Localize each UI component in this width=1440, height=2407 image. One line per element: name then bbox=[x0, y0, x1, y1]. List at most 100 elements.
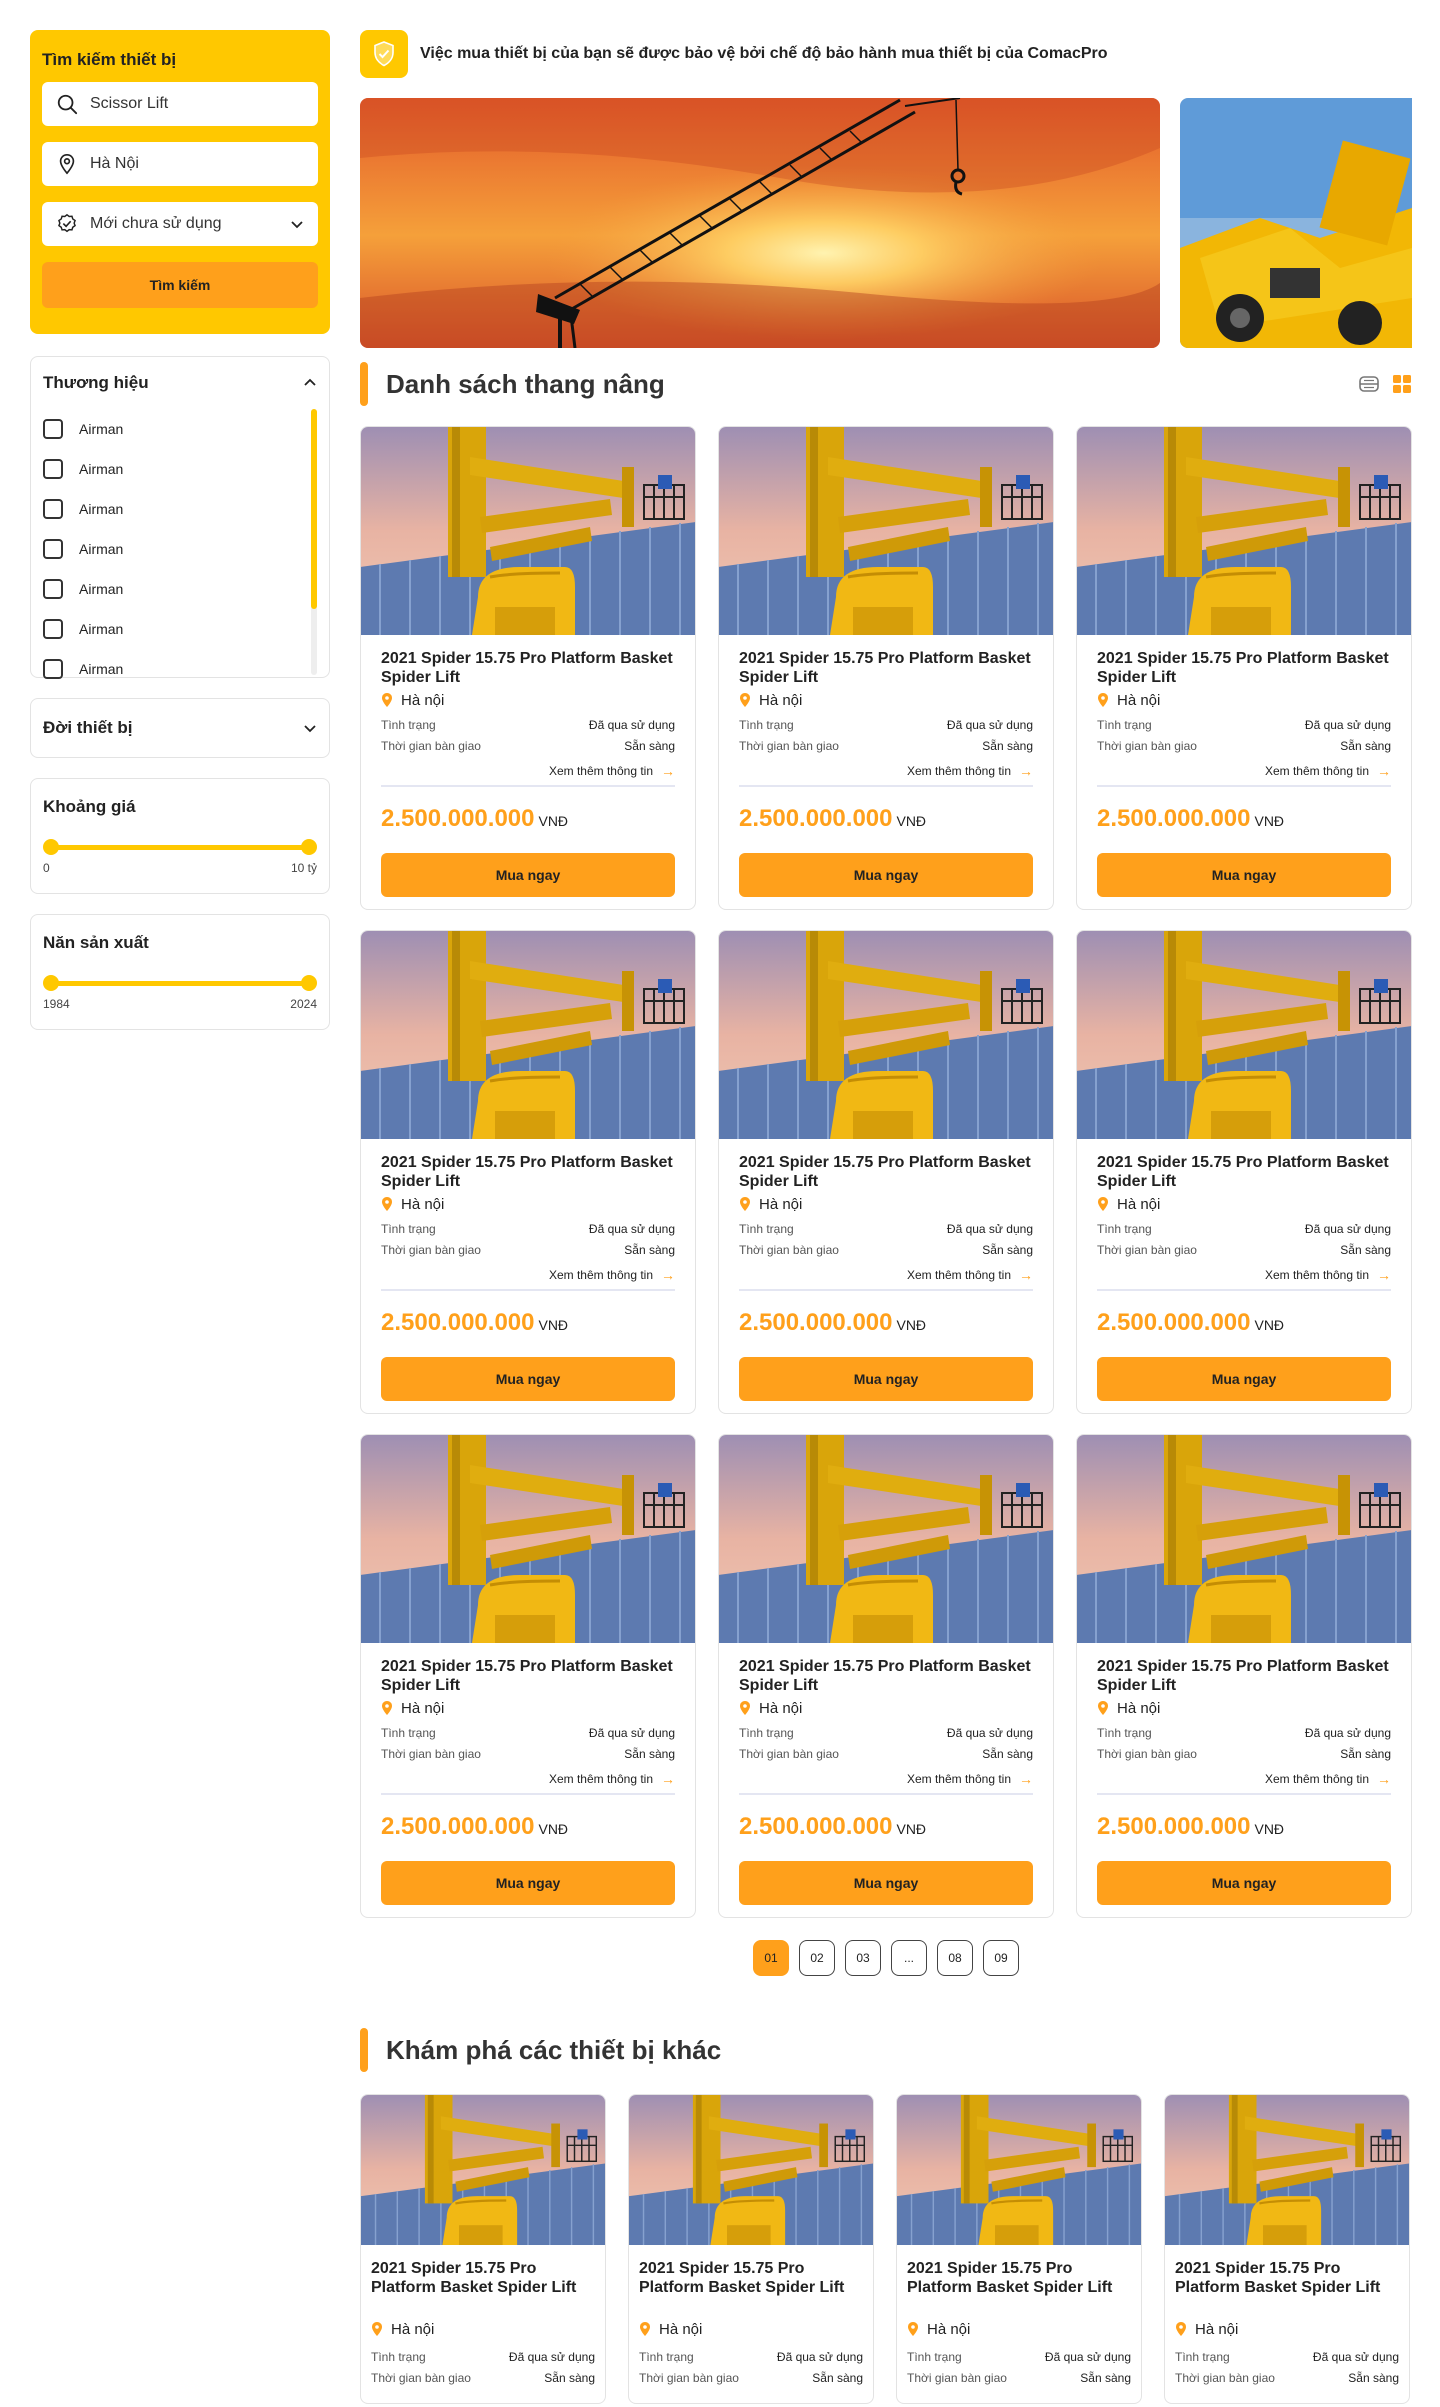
checkbox[interactable] bbox=[43, 539, 63, 559]
product-image[interactable] bbox=[719, 427, 1053, 635]
arrow-right-icon: → bbox=[661, 763, 675, 779]
more-info-link[interactable]: Xem thêm thông tin → bbox=[1097, 1267, 1391, 1291]
location-input[interactable]: Hà Nội bbox=[42, 142, 318, 186]
product-title[interactable]: 2021 Spider 15.75 Pro Platform Basket Sp… bbox=[381, 1153, 675, 1191]
page-button[interactable]: 01 bbox=[753, 1940, 789, 1976]
page-button[interactable]: 08 bbox=[937, 1940, 973, 1976]
more-info-link[interactable]: Xem thêm thông tin → bbox=[739, 1267, 1033, 1291]
buy-now-button[interactable]: Mua ngay bbox=[381, 1861, 675, 1905]
more-info-link[interactable]: Xem thêm thông tin → bbox=[739, 1771, 1033, 1795]
buy-now-button[interactable]: Mua ngay bbox=[1097, 853, 1391, 897]
product-title[interactable]: 2021 Spider 15.75 Pro Platform Basket Sp… bbox=[371, 2259, 595, 2316]
page-button[interactable]: 03 bbox=[845, 1940, 881, 1976]
brand-option[interactable]: Airman bbox=[43, 609, 317, 649]
checkbox[interactable] bbox=[43, 419, 63, 439]
product-card[interactable]: 2021 Spider 15.75 Pro Platform Basket Sp… bbox=[1076, 930, 1412, 1414]
product-title[interactable]: 2021 Spider 15.75 Pro Platform Basket Sp… bbox=[1097, 1153, 1391, 1191]
product-image[interactable] bbox=[897, 2095, 1141, 2245]
brand-filter-header[interactable]: Thương hiệu bbox=[43, 357, 317, 409]
more-info-link[interactable]: Xem thêm thông tin → bbox=[381, 1771, 675, 1795]
product-title[interactable]: 2021 Spider 15.75 Pro Platform Basket Sp… bbox=[1097, 1657, 1391, 1695]
grid-view-icon[interactable] bbox=[1392, 374, 1412, 394]
price-slider[interactable] bbox=[43, 837, 317, 857]
buy-now-button[interactable]: Mua ngay bbox=[381, 853, 675, 897]
product-image[interactable] bbox=[1165, 2095, 1409, 2245]
more-info-link[interactable]: Xem thêm thông tin → bbox=[1097, 763, 1391, 787]
buy-now-button[interactable]: Mua ngay bbox=[739, 1861, 1033, 1905]
product-card[interactable]: 2021 Spider 15.75 Pro Platform Basket Sp… bbox=[360, 930, 696, 1414]
delivery-value: Sẵn sàng bbox=[624, 1243, 675, 1257]
banner-crane-sunset[interactable] bbox=[360, 98, 1160, 348]
year-filter-header[interactable]: Đời thiết bị bbox=[43, 699, 317, 757]
product-card[interactable]: 2021 Spider 15.75 Pro Platform Basket Sp… bbox=[718, 930, 1054, 1414]
product-card[interactable]: 2021 Spider 15.75 Pro Platform Basket Sp… bbox=[628, 2094, 874, 2404]
search-button[interactable]: Tìm kiếm bbox=[42, 262, 318, 308]
condition-select[interactable]: Mới chưa sử dụng bbox=[42, 202, 318, 246]
product-title[interactable]: 2021 Spider 15.75 Pro Platform Basket Sp… bbox=[1097, 649, 1391, 687]
slider-max-handle[interactable] bbox=[301, 975, 317, 991]
product-image[interactable] bbox=[361, 2095, 605, 2245]
page-button[interactable]: 09 bbox=[983, 1940, 1019, 1976]
buy-now-button[interactable]: Mua ngay bbox=[739, 1357, 1033, 1401]
more-info-link[interactable]: Xem thêm thông tin → bbox=[381, 1267, 675, 1291]
list-view-icon[interactable] bbox=[1358, 373, 1380, 395]
brand-option[interactable]: Airman bbox=[43, 409, 317, 449]
product-image[interactable] bbox=[629, 2095, 873, 2245]
product-title[interactable]: 2021 Spider 15.75 Pro Platform Basket Sp… bbox=[907, 2259, 1131, 2316]
product-title[interactable]: 2021 Spider 15.75 Pro Platform Basket Sp… bbox=[739, 1657, 1033, 1695]
product-card[interactable]: 2021 Spider 15.75 Pro Platform Basket Sp… bbox=[360, 426, 696, 910]
product-card[interactable]: 2021 Spider 15.75 Pro Platform Basket Sp… bbox=[360, 1434, 696, 1918]
product-card[interactable]: 2021 Spider 15.75 Pro Platform Basket Sp… bbox=[896, 2094, 1142, 2404]
buy-now-button[interactable]: Mua ngay bbox=[739, 853, 1033, 897]
product-title[interactable]: 2021 Spider 15.75 Pro Platform Basket Sp… bbox=[1175, 2259, 1399, 2316]
product-image[interactable] bbox=[1077, 427, 1411, 635]
product-title[interactable]: 2021 Spider 15.75 Pro Platform Basket Sp… bbox=[381, 649, 675, 687]
product-image[interactable] bbox=[361, 931, 695, 1139]
more-info-link[interactable]: Xem thêm thông tin → bbox=[381, 763, 675, 787]
checkbox[interactable] bbox=[43, 459, 63, 479]
product-card[interactable]: 2021 Spider 15.75 Pro Platform Basket Sp… bbox=[1076, 1434, 1412, 1918]
checkbox[interactable] bbox=[43, 499, 63, 519]
brand-option[interactable]: Airman bbox=[43, 649, 317, 689]
checkbox[interactable] bbox=[43, 579, 63, 599]
product-image[interactable] bbox=[1077, 931, 1411, 1139]
checkbox[interactable] bbox=[43, 659, 63, 679]
keyword-input[interactable]: Scissor Lift bbox=[42, 82, 318, 126]
product-image[interactable] bbox=[719, 1435, 1053, 1643]
delivery-row: Thời gian bàn giao Sẵn sàng bbox=[639, 2371, 863, 2385]
slider-max-handle[interactable] bbox=[301, 839, 317, 855]
brand-option[interactable]: Airman bbox=[43, 529, 317, 569]
product-image[interactable] bbox=[361, 1435, 695, 1643]
more-info-link[interactable]: Xem thêm thông tin → bbox=[739, 763, 1033, 787]
brand-option[interactable]: Airman bbox=[43, 449, 317, 489]
buy-now-button[interactable]: Mua ngay bbox=[381, 1357, 675, 1401]
product-image[interactable] bbox=[361, 427, 695, 635]
banner-carousel[interactable] bbox=[360, 98, 1412, 348]
product-title[interactable]: 2021 Spider 15.75 Pro Platform Basket Sp… bbox=[381, 1657, 675, 1695]
product-image[interactable] bbox=[719, 931, 1053, 1139]
slider-min-handle[interactable] bbox=[43, 839, 59, 855]
page-button[interactable]: ... bbox=[891, 1940, 927, 1976]
product-image[interactable] bbox=[1077, 1435, 1411, 1643]
product-card[interactable]: 2021 Spider 15.75 Pro Platform Basket Sp… bbox=[1076, 426, 1412, 910]
brand-list: Airman Airman Airman Airman Airman Airma… bbox=[43, 409, 317, 679]
buy-now-button[interactable]: Mua ngay bbox=[1097, 1357, 1391, 1401]
page-button[interactable]: 02 bbox=[799, 1940, 835, 1976]
checkbox[interactable] bbox=[43, 619, 63, 639]
product-card[interactable]: 2021 Spider 15.75 Pro Platform Basket Sp… bbox=[1164, 2094, 1410, 2404]
banner-yellow-machine[interactable] bbox=[1180, 98, 1412, 348]
slider-min-handle[interactable] bbox=[43, 975, 59, 991]
scrollbar-thumb[interactable] bbox=[311, 409, 317, 609]
more-info-link[interactable]: Xem thêm thông tin → bbox=[1097, 1771, 1391, 1795]
product-title[interactable]: 2021 Spider 15.75 Pro Platform Basket Sp… bbox=[739, 1153, 1033, 1191]
buy-now-button[interactable]: Mua ngay bbox=[1097, 1861, 1391, 1905]
brand-option[interactable]: Airman bbox=[43, 489, 317, 529]
product-card[interactable]: 2021 Spider 15.75 Pro Platform Basket Sp… bbox=[718, 1434, 1054, 1918]
product-card[interactable]: 2021 Spider 15.75 Pro Platform Basket Sp… bbox=[718, 426, 1054, 910]
brand-option[interactable]: Airman bbox=[43, 569, 317, 609]
product-card[interactable]: 2021 Spider 15.75 Pro Platform Basket Sp… bbox=[360, 2094, 606, 2404]
product-price: 2.500.000.000 VNĐ bbox=[1097, 1309, 1391, 1339]
year-slider[interactable] bbox=[43, 973, 317, 993]
product-title[interactable]: 2021 Spider 15.75 Pro Platform Basket Sp… bbox=[639, 2259, 863, 2316]
product-title[interactable]: 2021 Spider 15.75 Pro Platform Basket Sp… bbox=[739, 649, 1033, 687]
